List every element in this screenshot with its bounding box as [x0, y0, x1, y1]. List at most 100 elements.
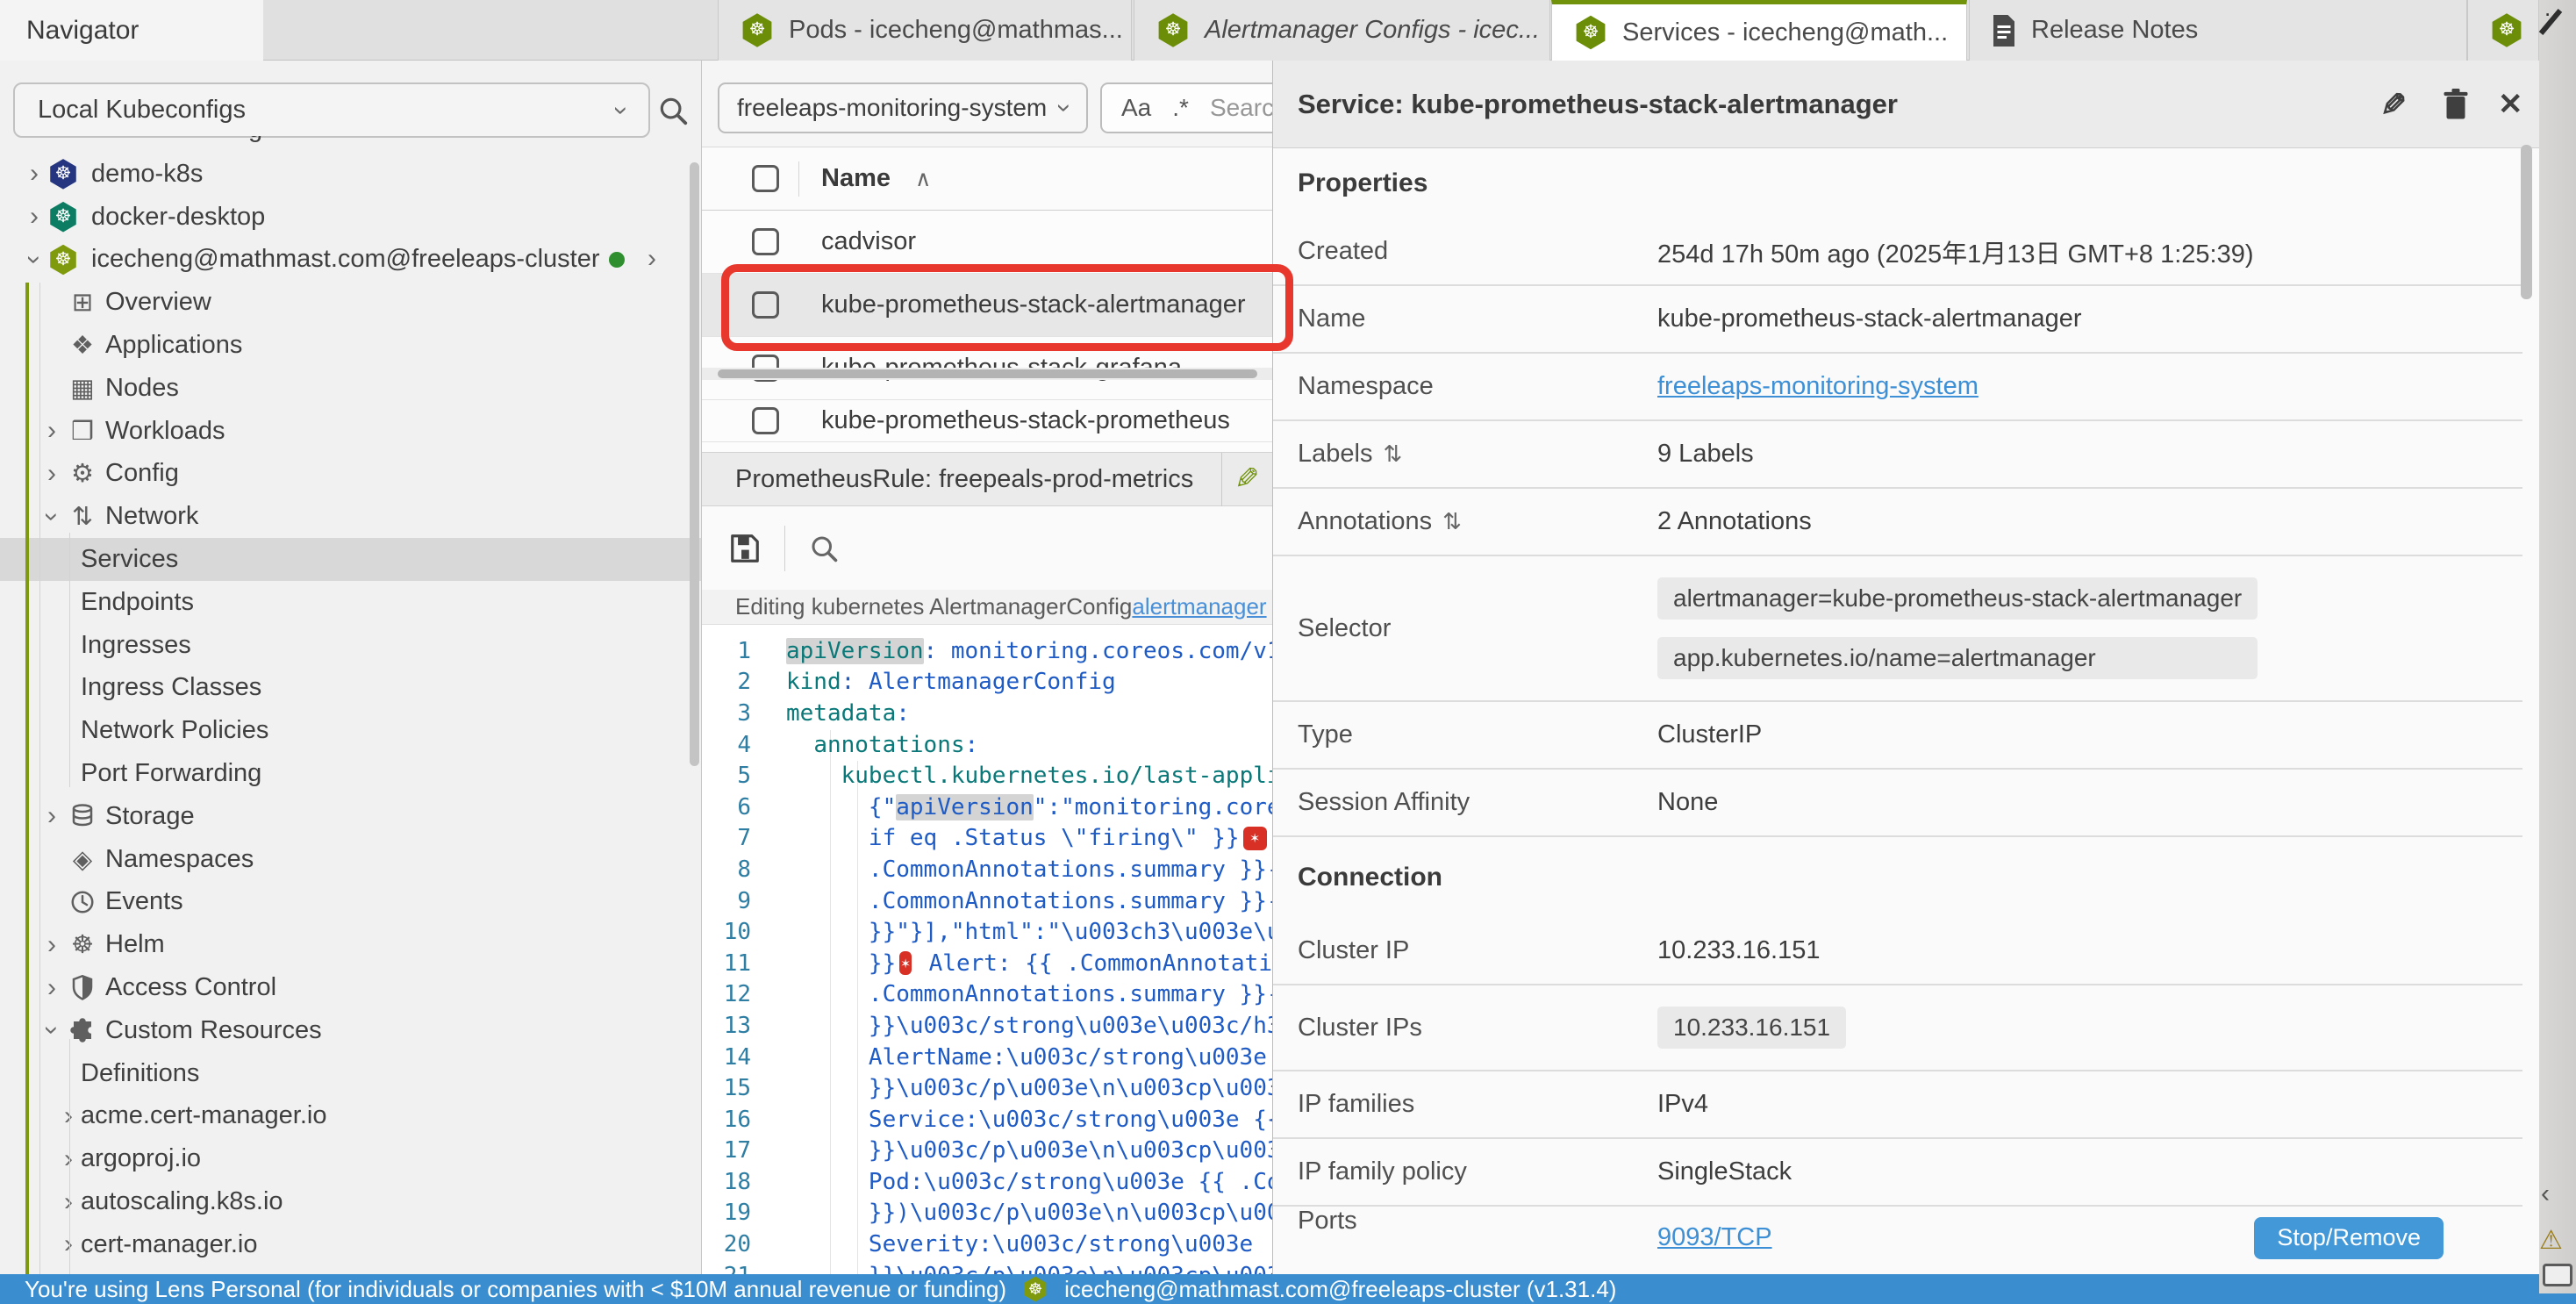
tab-pods-icecheng-mathmas[interactable]: ☸Pods - icecheng@mathmas...: [718, 0, 1132, 61]
namespace-link[interactable]: freeleaps-monitoring-system: [1657, 372, 1979, 401]
toolbar-divider: [784, 526, 785, 571]
row-checkbox[interactable]: [752, 407, 779, 434]
column-header-name[interactable]: Name: [821, 164, 891, 193]
table-row[interactable]: kube-prometheus-stack-prometheus: [702, 400, 1272, 442]
service-name: cadvisor: [821, 227, 916, 256]
chevron-right-icon[interactable]: ›: [648, 245, 656, 274]
sidebar-cluster-docker-desktop[interactable]: ›☸docker-desktop: [0, 196, 702, 239]
sidebar-item-custom-resources[interactable]: › Custom Resources: [0, 1009, 702, 1052]
status-bar: You're using Lens Personal (for individu…: [0, 1274, 2539, 1304]
chevron-down-icon[interactable]: ›: [39, 1026, 65, 1035]
edit-pencil-icon[interactable]: ✎: [1234, 462, 1260, 497]
editor-search-icon[interactable]: [808, 533, 840, 564]
chevron-right-icon[interactable]: ›: [47, 803, 56, 829]
sidebar-item-label: Custom Resources: [105, 1016, 322, 1045]
kubeconfig-select[interactable]: Local Kubeconfigs ›: [13, 82, 650, 138]
sidebar-item-network-policies[interactable]: Network Policies: [0, 709, 702, 752]
resbar-divider: [1221, 453, 1222, 507]
background-window-icon: [2543, 1264, 2572, 1286]
editor-breadcrumb-link[interactable]: alertmanager: [1132, 593, 1266, 620]
chevron-right-icon[interactable]: ›: [30, 204, 39, 230]
code-line: 17 }}\u003c/p\u003e\n\u003cp\u003: [702, 1136, 1272, 1167]
sidebar-item-overview[interactable]: ⊞Overview: [0, 281, 702, 324]
sidebar-item-ingress-classes[interactable]: Ingress Classes: [0, 667, 702, 710]
save-icon[interactable]: [728, 532, 762, 565]
tab-release-notes[interactable]: Release Notes: [1969, 0, 2467, 61]
close-icon[interactable]: ✕: [2498, 87, 2523, 122]
sort-toggle-icon[interactable]: ⇅: [1383, 441, 1402, 468]
panel-body: PropertiesCreated254d 17h 50m ago (2025年…: [1273, 148, 2522, 1274]
sidebar-item-configuration-konghq-com[interactable]: ›configuration.konghq.com: [0, 1266, 702, 1274]
property-label: Selector: [1298, 614, 1657, 643]
chevron-right-icon[interactable]: ›: [47, 418, 56, 444]
match-case-icon[interactable]: Aa: [1121, 94, 1151, 122]
yaml-editor[interactable]: 1apiVersion: monitoring.coreos.com/v1alp…: [702, 625, 1272, 1274]
sidebar-item-nodes[interactable]: ▦Nodes: [0, 367, 702, 410]
tab-partial[interactable]: ☸: [2467, 0, 2539, 61]
panel-title: Service: kube-prometheus-stack-alertmana…: [1298, 89, 1898, 120]
chevron-right-icon[interactable]: ›: [64, 1103, 73, 1129]
property-row-ports: Ports9093/TCPStop/Remove8080:reloader-we…: [1273, 1207, 2522, 1274]
sidebar-item-events[interactable]: Events: [0, 881, 702, 924]
sidebar-item-label: Port Forwarding: [81, 759, 261, 788]
chevron-right-icon[interactable]: ›: [47, 932, 56, 958]
resource-editor-bar[interactable]: PrometheusRule: freepeals-prod-metrics ✎: [702, 452, 1272, 506]
sidebar-item-label: Overview: [105, 288, 211, 317]
license-status-text: You're using Lens Personal (for individu…: [25, 1276, 1006, 1303]
code-line: 21 }}\u003c/p\u003e\n\u003cp\u003: [702, 1260, 1272, 1274]
sidebar-item-access-control[interactable]: ›Access Control: [0, 966, 702, 1009]
sidebar-item-helm[interactable]: ›☸Helm: [0, 923, 702, 966]
sidebar-item-ingresses[interactable]: Ingresses: [0, 624, 702, 667]
chevron-right-icon[interactable]: ›: [64, 1189, 73, 1215]
row-checkbox[interactable]: [752, 228, 779, 255]
port-link[interactable]: 9093/TCP: [1657, 1223, 1772, 1252]
chevron-right-icon[interactable]: ›: [64, 1146, 73, 1172]
sidebar-item-port-forwarding[interactable]: Port Forwarding: [0, 752, 702, 795]
header-divider: [798, 161, 799, 197]
sort-toggle-icon[interactable]: ⇅: [1442, 508, 1462, 535]
sidebar-cluster-demo-k8s[interactable]: ›☸demo-k8s: [0, 153, 702, 196]
chevron-right-icon[interactable]: ›: [648, 246, 656, 272]
sidebar-item-services[interactable]: Services: [0, 538, 702, 581]
sort-asc-icon[interactable]: ∧: [915, 166, 931, 192]
sidebar-item-acme-cert-manager-io[interactable]: ›acme.cert-manager.io: [0, 1095, 702, 1138]
chevron-down-icon[interactable]: ›: [21, 255, 47, 264]
sidebar-item-workloads[interactable]: ›❒Workloads: [0, 410, 702, 453]
workloads-icon: ❒: [65, 416, 100, 447]
sidebar-cluster-icecheng-mathmast-com-freeleaps-cluster[interactable]: ›☸icecheng@mathmast.com@freeleaps-cluste…: [0, 239, 702, 282]
sidebar-item-argoproj-io[interactable]: ›argoproj.io: [0, 1137, 702, 1180]
code-line: 15 }}\u003c/p\u003e\n\u003cp\u003: [702, 1072, 1272, 1104]
table-search-input[interactable]: Aa .* Search: [1100, 82, 1272, 133]
line-number: 7: [702, 825, 786, 851]
regex-icon[interactable]: .*: [1172, 94, 1189, 122]
sidebar-item-namespaces[interactable]: ◈Namespaces: [0, 838, 702, 881]
sidebar-scrollbar[interactable]: [690, 162, 699, 766]
sidebar-item-applications[interactable]: ❖Applications: [0, 324, 702, 367]
chevron-right-icon[interactable]: ›: [64, 1231, 73, 1257]
sidebar-item-autoscaling-k8s-io[interactable]: ›autoscaling.k8s.io: [0, 1180, 702, 1223]
select-all-checkbox[interactable]: [752, 165, 779, 192]
sidebar-item-config[interactable]: ›⚙Config: [0, 453, 702, 496]
tab-services-icecheng-math[interactable]: ☸Services - icecheng@math...✕: [1551, 0, 1967, 61]
panel-scrollbar[interactable]: [2521, 145, 2532, 299]
sidebar-item-definitions[interactable]: Definitions: [0, 1052, 702, 1095]
horizontal-scrollbar[interactable]: [702, 368, 1272, 380]
chevron-right-icon[interactable]: ›: [47, 461, 56, 487]
cluster-status-text[interactable]: icecheng@mathmast.com@freeleaps-cluster …: [1064, 1276, 1616, 1303]
tab-alertmanager-configs-icec[interactable]: ☸Alertmanager Configs - icec...: [1134, 0, 1550, 61]
sidebar-item-network[interactable]: ›⇅Network: [0, 495, 702, 538]
code-line: 8 .CommonAnnotations.summary }}-: [702, 854, 1272, 885]
search-icon[interactable]: [656, 94, 690, 127]
sidebar-item-endpoints[interactable]: Endpoints: [0, 581, 702, 624]
edit-pencil-icon[interactable]: ✎: [2380, 87, 2407, 124]
sidebar-item-cert-manager-io[interactable]: ›cert-manager.io: [0, 1223, 702, 1266]
namespace-select[interactable]: freeleaps-monitoring-system ›: [718, 82, 1088, 133]
background-window-strip: .. › ⚠: [2539, 0, 2576, 1304]
chevron-down-icon[interactable]: ›: [39, 512, 65, 521]
sidebar-item-storage[interactable]: ›Storage: [0, 795, 702, 838]
stop-remove-button[interactable]: Stop/Remove: [2254, 1217, 2444, 1259]
chevron-right-icon[interactable]: ›: [47, 975, 56, 1001]
chevron-right-icon[interactable]: ›: [30, 161, 39, 187]
line-number: 4: [702, 732, 786, 758]
trash-icon[interactable]: [2442, 89, 2470, 120]
